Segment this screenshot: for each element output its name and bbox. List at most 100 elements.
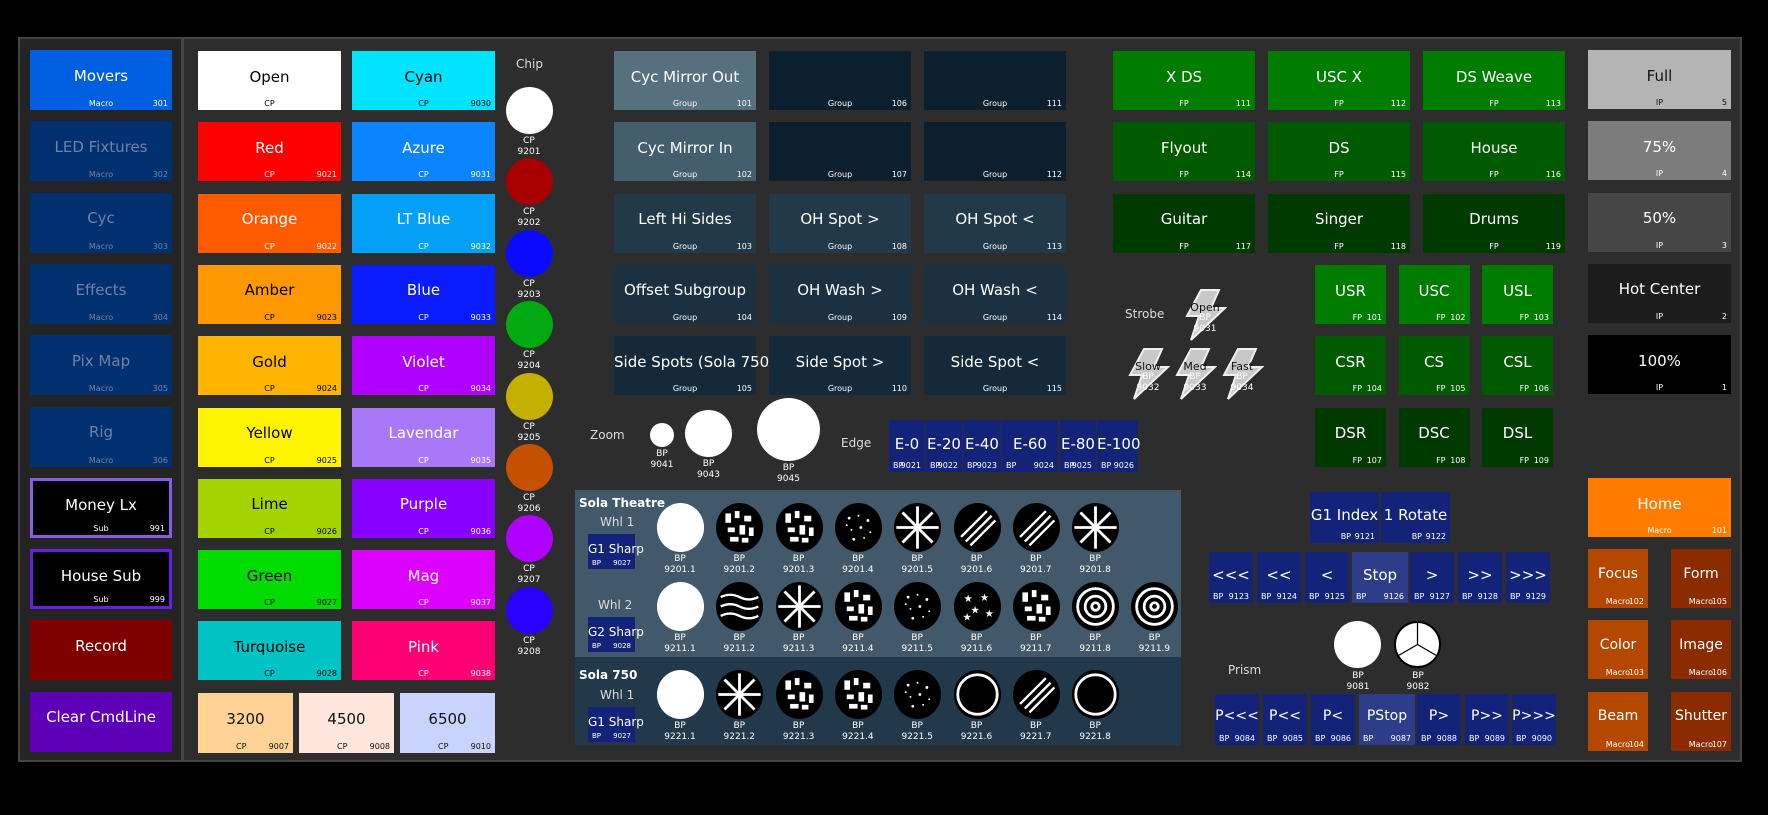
- gobo-rotate-blank[interactable]: <<< BP 9123: [1209, 552, 1253, 603]
- strobe-fast-button[interactable]: Fast BP 9034: [1220, 347, 1264, 401]
- edge-e-0[interactable]: E-0 BP 9021: [889, 420, 925, 472]
- gobo-rotate-blank[interactable]: << BP 9124: [1257, 552, 1301, 603]
- focus-palette-guitar[interactable]: Guitar FP 117: [1113, 193, 1255, 253]
- macro-form[interactable]: Form Macro 105: [1671, 549, 1731, 608]
- zoom-beam-button[interactable]: [685, 410, 732, 457]
- focus-palette-x-ds[interactable]: X DS FP 111: [1113, 51, 1255, 110]
- prism-open-button[interactable]: [1334, 621, 1381, 668]
- macro-image[interactable]: Image Macro 106: [1671, 620, 1731, 680]
- gobo-button[interactable]: [657, 503, 704, 552]
- zoom-beam-button[interactable]: [757, 398, 820, 461]
- color-palette-amber[interactable]: Amber CP 9023: [198, 264, 341, 324]
- gobo-button[interactable]: [775, 582, 823, 631]
- focus-palette-drums[interactable]: Drums FP 119: [1423, 193, 1565, 253]
- macro-focus[interactable]: Focus Macro 102: [1588, 549, 1648, 608]
- macro-rig[interactable]: Rig Macro 306: [30, 406, 172, 467]
- gobo-sharp-button[interactable]: G1 Sharp BP 9027: [588, 707, 644, 742]
- zoom-beam-button[interactable]: [650, 423, 674, 447]
- strobe-slow-button[interactable]: Slow BP 9032: [1126, 347, 1170, 401]
- group-112[interactable]: Group 112: [924, 122, 1066, 182]
- macro-record[interactable]: Record: [30, 620, 172, 681]
- focus-palette-csl[interactable]: CSL FP 106: [1482, 336, 1553, 396]
- color-palette-purple[interactable]: Purple CP 9036: [352, 478, 495, 538]
- chip-color-swatch[interactable]: [506, 229, 553, 277]
- intensity-palette-50[interactable]: 50% IP 3: [1588, 192, 1731, 252]
- gobo-rotate-g1-index[interactable]: G1 Index BP 9121: [1310, 492, 1379, 543]
- group-offset-subgroup[interactable]: Offset Subgroup Group 104: [614, 264, 756, 324]
- gobo-rotate-blank[interactable]: >>> BP 9129: [1506, 552, 1550, 603]
- chip-color-swatch[interactable]: [506, 372, 553, 420]
- gobo-button[interactable]: [1072, 670, 1120, 719]
- focus-palette-usc[interactable]: USC FP 102: [1398, 265, 1470, 324]
- gobo-sharp-button[interactable]: G2 Sharp BP 9028: [588, 617, 644, 652]
- group-106[interactable]: Group 106: [769, 51, 911, 110]
- group-left-hi-sides[interactable]: Left Hi Sides Group 103: [614, 193, 756, 253]
- focus-palette-dsr[interactable]: DSR FP 107: [1315, 407, 1386, 467]
- color-palette-mag[interactable]: Mag CP 9037: [352, 550, 495, 610]
- gobo-sharp-button[interactable]: G1 Sharp BP 9027: [588, 534, 644, 569]
- gobo-button[interactable]: [775, 503, 823, 552]
- color-palette-violet[interactable]: Violet CP 9034: [352, 336, 495, 396]
- macro-cyc[interactable]: Cyc Macro 303: [30, 192, 172, 253]
- color-palette-cyan[interactable]: Cyan CP 9030: [352, 51, 495, 110]
- color-palette-lavendar[interactable]: Lavendar CP 9035: [352, 407, 495, 467]
- color-palette-green[interactable]: Green CP 9027: [198, 550, 341, 610]
- prism-p[interactable]: P<< BP 9085: [1263, 694, 1307, 745]
- group-cyc-mirror-in[interactable]: Cyc Mirror In Group 102: [614, 122, 756, 182]
- focus-palette-dsl[interactable]: DSL FP 109: [1482, 407, 1553, 467]
- edge-e-20[interactable]: E-20 BP 9022: [926, 420, 962, 472]
- prism-p[interactable]: P>> BP 9089: [1465, 694, 1509, 745]
- color-temp-6500[interactable]: 6500 CP 9010: [400, 693, 495, 753]
- group-side-spots-sola-750[interactable]: Side Spots (Sola 750) Group 105: [614, 336, 775, 396]
- prism-p[interactable]: P< BP 9086: [1311, 694, 1355, 745]
- gobo-button[interactable]: [834, 582, 882, 631]
- gobo-button[interactable]: [657, 582, 704, 631]
- color-temp-3200[interactable]: 3200 CP 9007: [198, 693, 293, 753]
- color-palette-azure[interactable]: Azure CP 9031: [352, 122, 495, 182]
- color-palette-lt-blue[interactable]: LT Blue CP 9032: [352, 193, 495, 253]
- gobo-button[interactable]: [775, 670, 823, 719]
- prism-p[interactable]: P<<< BP 9084: [1215, 694, 1259, 745]
- macro-money-lx[interactable]: Money Lx Sub 991: [30, 477, 172, 538]
- gobo-button[interactable]: [1072, 582, 1120, 631]
- edge-e-40[interactable]: E-40 BP 9023: [963, 420, 1001, 472]
- gobo-button[interactable]: [1012, 670, 1060, 719]
- gobo-button[interactable]: [657, 670, 704, 719]
- gobo-button[interactable]: [834, 670, 882, 719]
- focus-palette-usc-x[interactable]: USC X FP 112: [1268, 51, 1410, 110]
- gobo-rotate-blank[interactable]: < BP 9125: [1305, 552, 1349, 603]
- color-palette-red[interactable]: Red CP 9021: [198, 122, 341, 182]
- macro-color[interactable]: Color Macro 103: [1588, 620, 1648, 680]
- gobo-button[interactable]: [894, 582, 942, 631]
- focus-palette-house[interactable]: House FP 116: [1423, 122, 1565, 182]
- gobo-rotate-1-rotate[interactable]: 1 Rotate BP 9122: [1381, 492, 1450, 543]
- focus-palette-csr[interactable]: CSR FP 104: [1315, 336, 1386, 396]
- prism-3-facet-button[interactable]: [1394, 621, 1441, 668]
- chip-color-swatch[interactable]: [506, 586, 553, 634]
- gobo-button[interactable]: [953, 670, 1001, 719]
- focus-palette-dsc[interactable]: DSC FP 108: [1398, 407, 1470, 467]
- gobo-button[interactable]: [834, 503, 882, 552]
- color-palette-orange[interactable]: Orange CP 9022: [198, 193, 341, 253]
- color-palette-blue[interactable]: Blue CP 9033: [352, 264, 495, 324]
- gobo-button[interactable]: ★ ★ ★ ★ ★: [953, 582, 1001, 631]
- focus-palette-usl[interactable]: USL FP 103: [1482, 265, 1553, 324]
- focus-palette-cs[interactable]: CS FP 105: [1398, 336, 1470, 396]
- group-cyc-mirror-out[interactable]: Cyc Mirror Out Group 101: [614, 51, 756, 110]
- macro-pix-map[interactable]: Pix Map Macro 305: [30, 335, 172, 396]
- gobo-button[interactable]: [716, 670, 764, 719]
- group-111[interactable]: Group 111: [924, 51, 1066, 110]
- focus-palette-ds-weave[interactable]: DS Weave FP 113: [1423, 51, 1565, 110]
- chip-color-swatch[interactable]: [506, 301, 553, 349]
- chip-color-swatch[interactable]: [506, 444, 553, 491]
- color-palette-lime[interactable]: Lime CP 9026: [198, 478, 341, 538]
- intensity-palette-75[interactable]: 75% IP 4: [1588, 121, 1731, 181]
- intensity-palette-100[interactable]: 100% IP 1: [1588, 335, 1731, 395]
- color-palette-yellow[interactable]: Yellow CP 9025: [198, 407, 341, 467]
- gobo-button[interactable]: [894, 670, 942, 719]
- macro-shutter[interactable]: Shutter Macro 107: [1671, 691, 1731, 751]
- group-oh-spot[interactable]: OH Spot < Group 113: [924, 193, 1066, 253]
- focus-palette-usr[interactable]: USR FP 101: [1315, 265, 1386, 324]
- group-side-spot[interactable]: Side Spot > Group 110: [769, 336, 911, 396]
- group-oh-wash[interactable]: OH Wash < Group 114: [924, 264, 1066, 324]
